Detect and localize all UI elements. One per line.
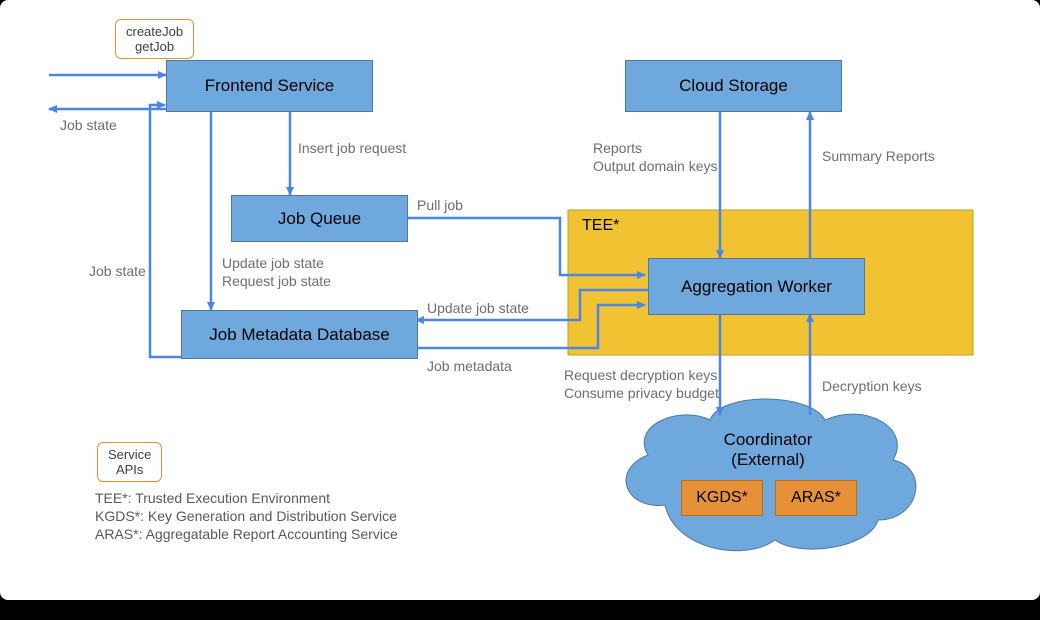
api-legend-line1: Service [108, 447, 151, 462]
label-update-job-state-right: Update job state [427, 300, 529, 316]
diagram-canvas: createJob getJob Frontend Service Cloud … [0, 0, 1040, 600]
kgds-box: KGDS* [681, 480, 763, 516]
label-job-metadata: Job metadata [427, 358, 512, 374]
job-metadata-db-box: Job Metadata Database [181, 310, 418, 359]
coordinator-title-line1: Coordinator [658, 430, 878, 450]
aras-label: ARAS* [791, 489, 841, 507]
legend-kgds: KGDS*: Key Generation and Distribution S… [95, 508, 397, 524]
job-queue-box: Job Queue [231, 195, 408, 242]
label-decryption-keys: Decryption keys [822, 378, 922, 394]
job-metadata-db-label: Job Metadata Database [209, 325, 390, 345]
legend-tee: TEE*: Trusted Execution Environment [95, 490, 330, 506]
api-legend-box: Service APIs [97, 442, 162, 482]
coordinator-title-line2: (External) [658, 450, 878, 470]
api-labels-top: createJob getJob [115, 19, 194, 59]
coordinator-cloud [626, 399, 916, 551]
coordinator-title: Coordinator (External) [658, 430, 878, 470]
label-summary-reports: Summary Reports [822, 148, 935, 164]
api-getJob: getJob [126, 39, 183, 54]
label-pull-job: Pull job [417, 197, 463, 213]
frontend-service-box: Frontend Service [166, 60, 373, 112]
label-request-job-state: Request job state [222, 273, 331, 289]
kgds-label: KGDS* [696, 489, 748, 507]
label-job-state-loop: Job state [89, 263, 146, 279]
legend-aras: ARAS*: Aggregatable Report Accounting Se… [95, 526, 398, 542]
cloud-storage-box: Cloud Storage [625, 60, 842, 112]
aggregation-worker-box: Aggregation Worker [648, 258, 865, 315]
cloud-storage-label: Cloud Storage [679, 76, 788, 96]
label-job-state-out: Job state [60, 117, 117, 133]
aras-box: ARAS* [775, 480, 857, 516]
label-consume-budget: Consume privacy budget [564, 385, 719, 401]
job-queue-label: Job Queue [278, 209, 361, 229]
api-legend-line2: APIs [108, 462, 151, 477]
label-update-job-state-1: Update job state [222, 255, 324, 271]
label-insert-job: Insert job request [298, 140, 406, 156]
frontend-service-label: Frontend Service [205, 76, 334, 96]
tee-label: TEE* [582, 217, 619, 235]
arrow-metadata-to-frontend-up [150, 105, 181, 357]
label-request-decryption: Request decryption keys [564, 367, 717, 383]
api-createJob: createJob [126, 24, 183, 39]
label-reports: Reports [593, 140, 642, 156]
label-output-domain: Output domain keys [593, 158, 718, 174]
aggregation-worker-label: Aggregation Worker [681, 277, 832, 297]
